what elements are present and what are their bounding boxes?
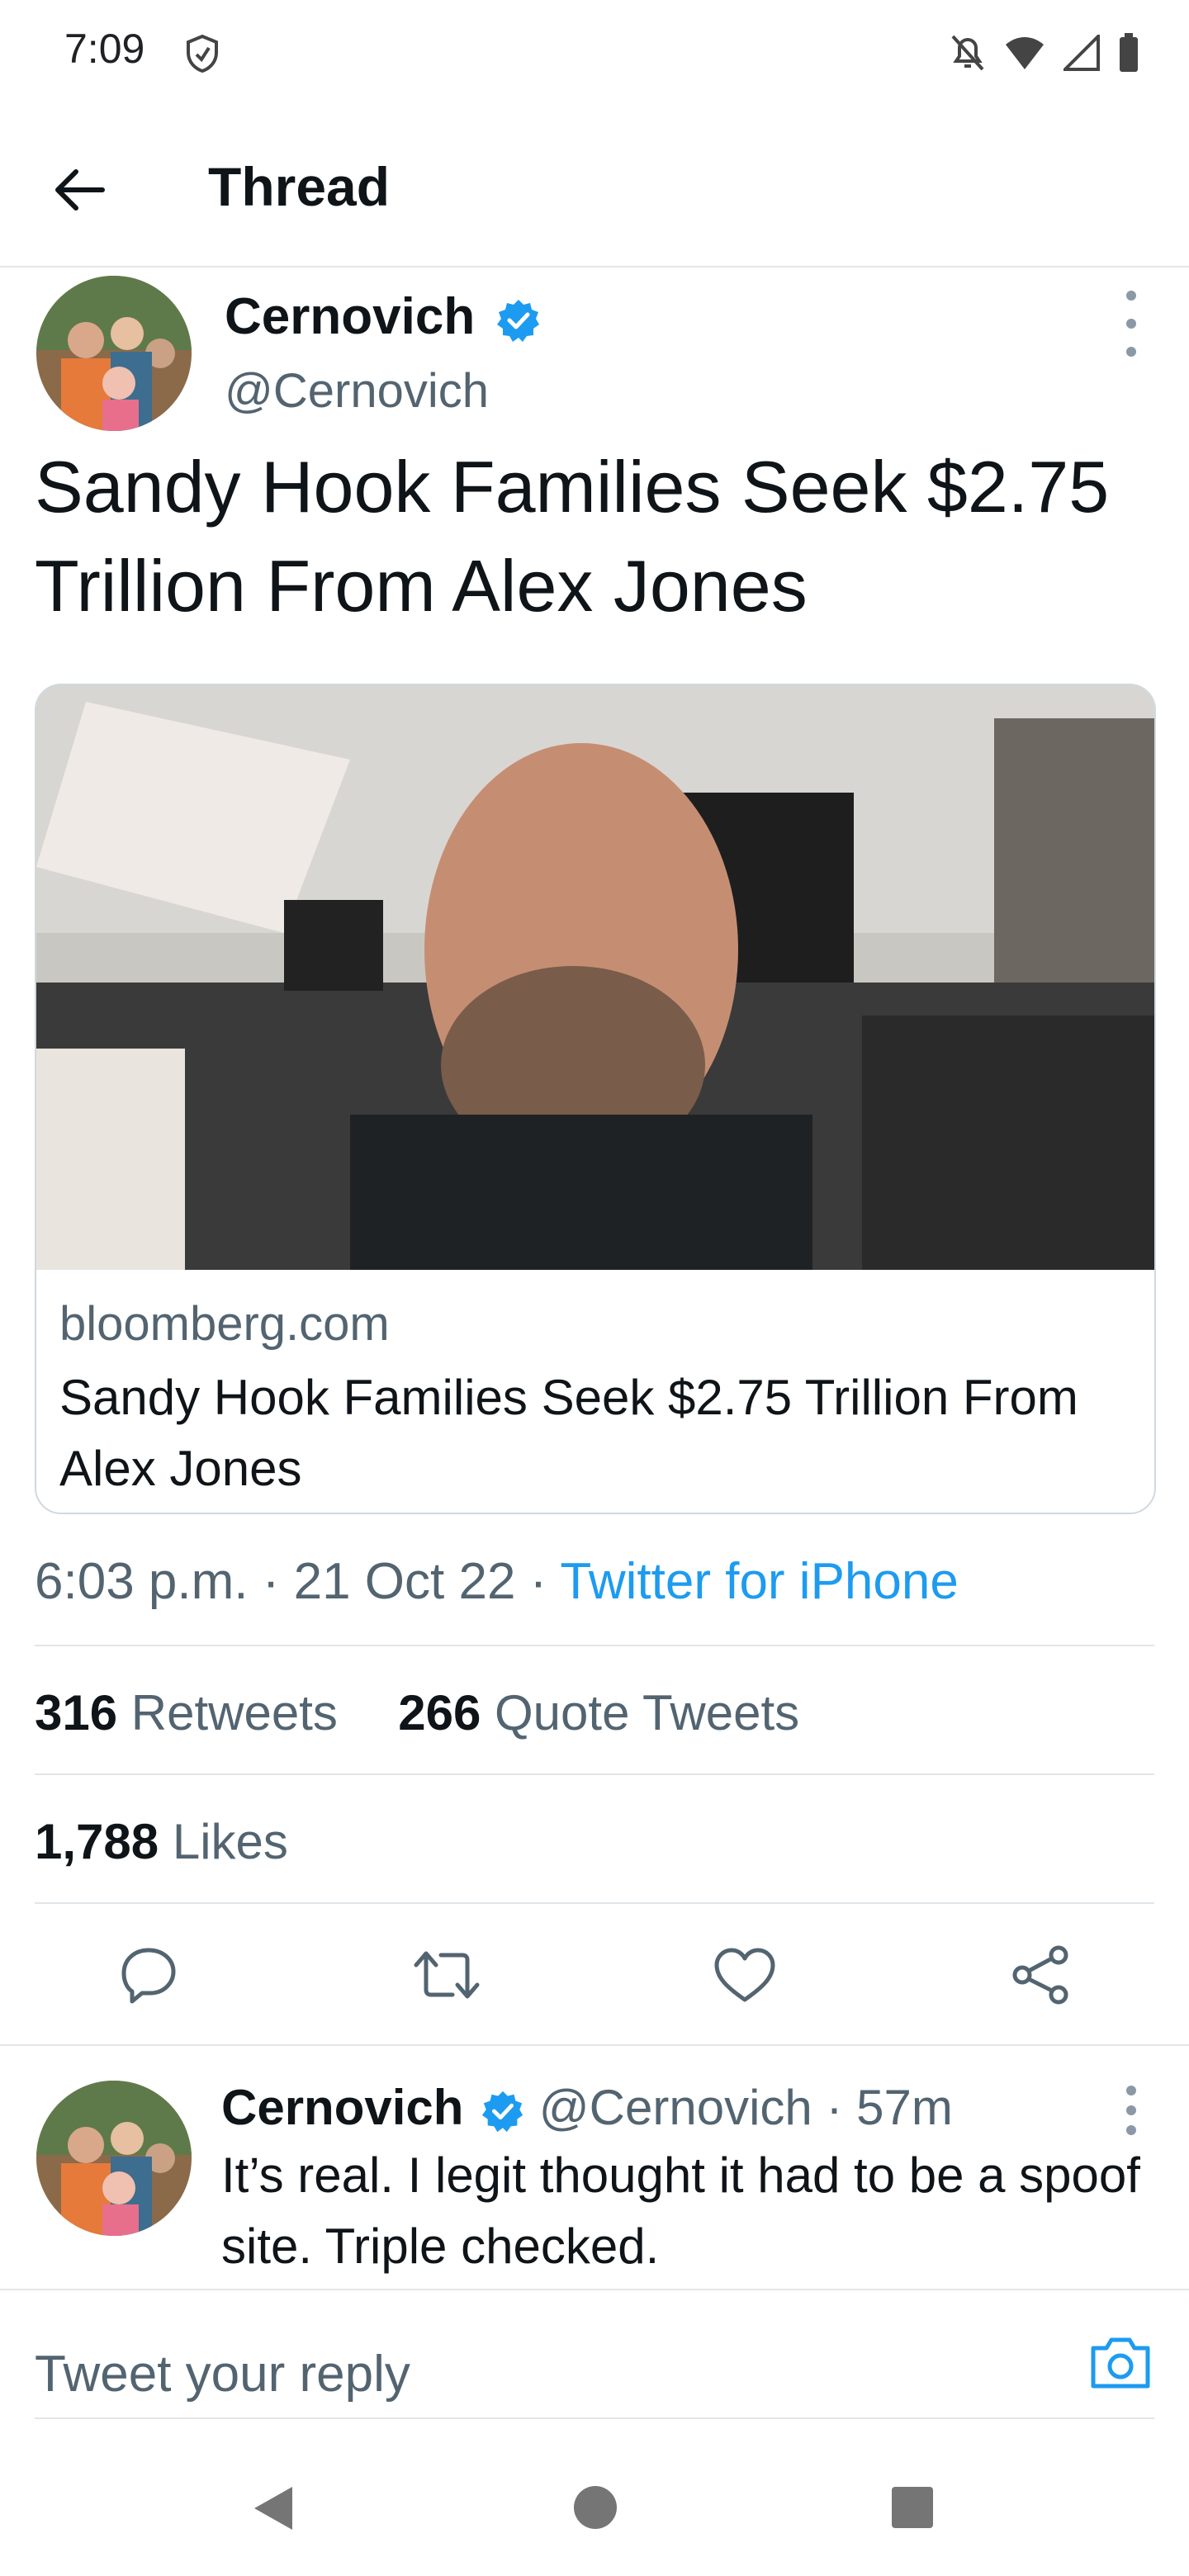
likes-label: Likes [172,1814,288,1869]
nav-home-icon[interactable] [573,2485,618,2530]
shield-icon [187,34,218,73]
reply-icon[interactable] [117,1944,180,2006]
tweet-meta: 6:03 p.m. · 21 Oct 22 · Twitter for iPho… [35,1553,959,1610]
stats-divider [35,1773,1154,1775]
card-domain: bloomberg.com [59,1297,390,1351]
quotes-stat[interactable]: 266 Quote Tweets [398,1685,799,1740]
author-row: Cernovich [225,287,542,346]
header-divider [0,266,1189,268]
action-bar [0,1932,1189,2015]
quotes-count: 266 [398,1685,481,1740]
card-image [36,685,1154,1270]
reply-more-options-icon[interactable] [1123,2086,1139,2135]
back-arrow-icon[interactable] [50,160,109,220]
retweets-stat[interactable]: 316 Retweets [35,1685,338,1740]
nav-recents-icon[interactable] [890,2485,935,2530]
tweet-date: 21 Oct 22 [293,1553,516,1610]
share-icon[interactable] [1009,1944,1073,2006]
more-options-icon[interactable] [1123,291,1139,357]
author-handle[interactable]: @Cernovich [225,363,489,419]
reply-avatar[interactable] [36,2081,192,2236]
verified-badge-icon [482,2091,523,2133]
card-title: Sandy Hook Families Seek $2.75 Trillion … [59,1370,1078,1496]
verified-badge-icon [497,299,540,342]
status-icons [950,31,1139,74]
quotes-label: Quote Tweets [495,1685,800,1740]
actions-divider [0,2044,1189,2046]
reply-input[interactable]: Tweet your reply [35,2345,410,2403]
likes-divider [35,1902,1154,1904]
tweet-time: 6:03 p.m. [35,1553,249,1610]
system-nav-bar [0,2436,1189,2576]
status-time: 7:09 [64,26,145,72]
reply-handle[interactable]: @Cernovich [539,2080,812,2135]
link-card[interactable]: bloomberg.com Sandy Hook Families Seek $… [35,684,1156,1514]
avatar[interactable] [36,276,192,431]
like-icon[interactable] [712,1944,778,2006]
meta-divider [35,1645,1154,1646]
composer-divider [0,2289,1189,2290]
page-title: Thread [208,156,391,217]
tweet-source[interactable]: Twitter for iPhone [560,1553,958,1610]
retweet-quote-stats: 316 Retweets 266 Quote Tweets [35,1684,799,1741]
composer-bottom-divider [35,2417,1154,2419]
reply-text: It’s real. I legit thought it had to be … [221,2147,1140,2274]
reply-author-name[interactable]: Cernovich [221,2080,463,2135]
author-name[interactable]: Cernovich [225,288,475,345]
wifi-icon [1006,37,1044,69]
signal-icon [1063,35,1100,71]
likes-count: 1,788 [35,1814,159,1869]
reply-author-row: Cernovich @Cernovich · 57m [221,2080,953,2135]
camera-icon[interactable] [1088,2333,1153,2391]
reply-time: 57m [856,2080,953,2135]
likes-stat[interactable]: 1,788 Likes [35,1813,288,1870]
nav-back-icon[interactable] [251,2484,296,2533]
battery-icon [1120,33,1138,72]
retweet-icon[interactable] [410,1944,484,2006]
tweet-text: Sandy Hook Families Seek $2.75 Trillion … [35,446,1110,627]
retweets-count: 316 [35,1685,118,1740]
retweets-label: Retweets [130,1685,338,1740]
bell-off-icon [951,35,984,71]
